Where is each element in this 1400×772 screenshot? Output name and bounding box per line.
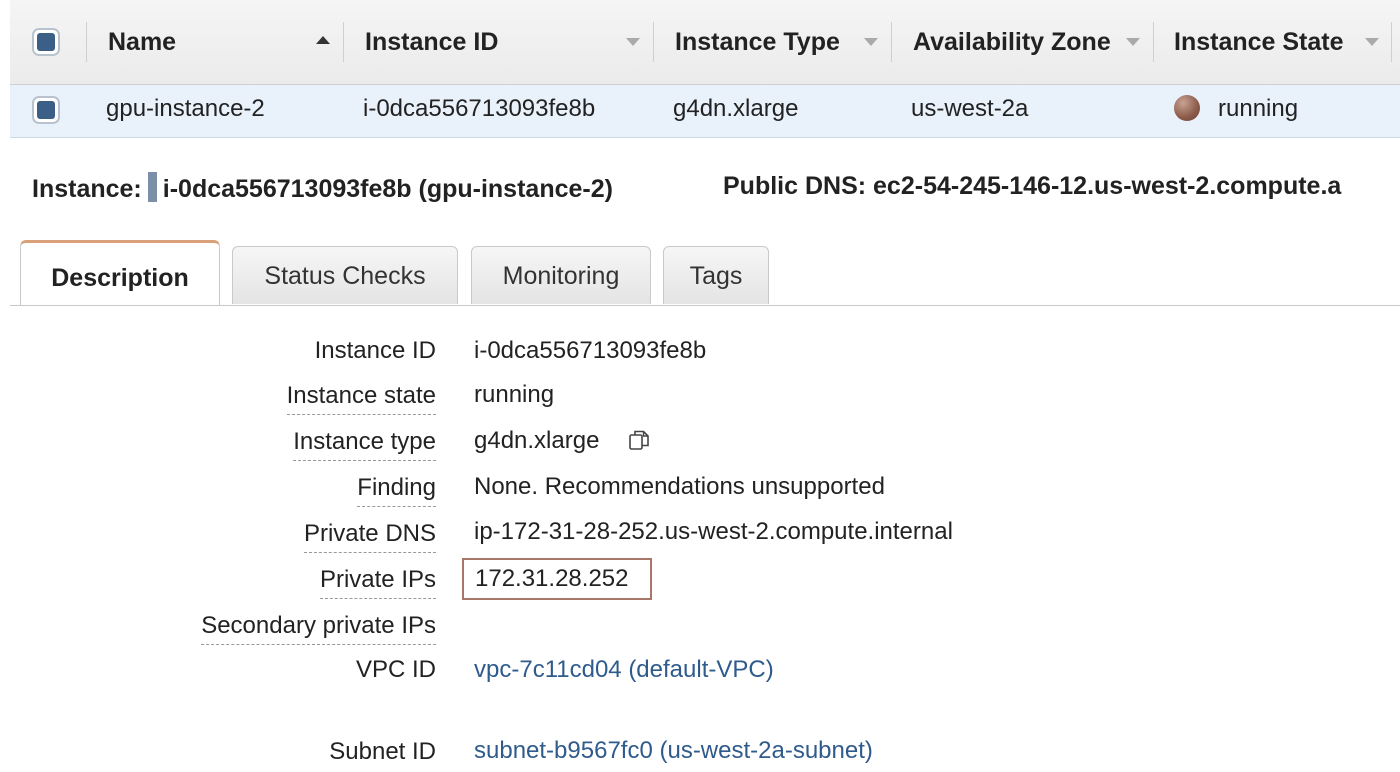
column-divider [1153,22,1154,62]
state-indicator-icon [1174,95,1200,121]
public-dns-value: ec2-54-245-146-12.us-west-2.compute.a [873,172,1342,200]
detail-label-instance-state[interactable]: Instance state [286,382,436,415]
copy-icon[interactable] [627,428,651,452]
row-name: gpu-instance-2 [106,95,265,122]
detail-value-instance-type: g4dn.xlarge [474,427,600,454]
detail-value-instance-id: i-0dca556713093fe8b [474,337,707,364]
column-divider [1391,22,1392,62]
instance-summary-value: i-0dca556713093fe8b (gpu-instance-2) [162,175,613,203]
vpc-id-link[interactable]: vpc-7c11cd04 (default-VPC) [474,656,774,684]
column-header-instance-type[interactable]: Instance Type [675,28,840,57]
tab-tags[interactable]: Tags [663,246,769,304]
column-header-availability-zone[interactable]: Availability Zone [913,28,1111,57]
select-all-checkbox[interactable] [32,28,60,56]
sort-caret-icon[interactable] [864,38,878,46]
column-divider [653,22,654,62]
tab-description[interactable]: Description [20,240,220,306]
tab-status-checks[interactable]: Status Checks [232,246,458,304]
sort-caret-icon[interactable] [626,38,640,46]
instances-table: Name Instance ID Instance Type Availabil… [10,0,1400,138]
sort-caret-icon[interactable] [1126,38,1140,46]
detail-label-private-ips[interactable]: Private IPs [319,566,436,599]
row-instance-type: g4dn.xlarge [673,95,799,122]
row-instance-state: running [1218,95,1299,122]
tabs-divider [10,305,1400,306]
instance-summary: Instance: i-0dca556713093fe8b (gpu-instan… [32,172,613,204]
detail-value-private-ips: 172.31.28.252 [475,565,629,592]
public-dns-summary: Public DNS: ec2-54-245-146-12.us-west-2.… [723,172,1341,201]
row-instance-id: i-0dca556713093fe8b [363,95,596,122]
column-divider [86,22,87,62]
column-header-name[interactable]: Name [108,28,176,57]
detail-label-secondary-private-ips[interactable]: Secondary private IPs [201,612,436,645]
detail-label-instance-type[interactable]: Instance type [293,428,436,461]
column-divider [343,22,344,62]
subnet-id-link[interactable]: subnet-b9567fc0 (us-west-2a-subnet) [474,737,873,765]
detail-label-instance-id: Instance ID [314,337,436,364]
tab-monitoring[interactable]: Monitoring [471,246,651,304]
detail-value-finding: None. Recommendations unsupported [474,473,885,500]
column-header-instance-id[interactable]: Instance ID [365,28,498,57]
sort-ascending-icon[interactable] [316,36,330,44]
detail-value-instance-state: running [474,381,555,408]
row-availability-zone: us-west-2a [911,95,1029,122]
instance-summary-label: Instance: [32,175,142,203]
selection-marker [147,172,157,202]
detail-value-private-dns: ip-172-31-28-252.us-west-2.compute.inter… [474,518,953,545]
detail-label-finding[interactable]: Finding [357,474,436,507]
row-checkbox[interactable] [32,96,60,124]
public-dns-label: Public DNS: [723,172,867,200]
column-header-instance-state[interactable]: Instance State [1174,28,1344,57]
detail-label-subnet-id: Subnet ID [329,738,436,765]
table-header: Name Instance ID Instance Type Availabil… [10,0,1400,85]
sort-caret-icon[interactable] [1365,38,1379,46]
column-divider [891,22,892,62]
detail-label-vpc-id: VPC ID [355,656,436,683]
detail-label-private-dns[interactable]: Private DNS [303,520,436,553]
